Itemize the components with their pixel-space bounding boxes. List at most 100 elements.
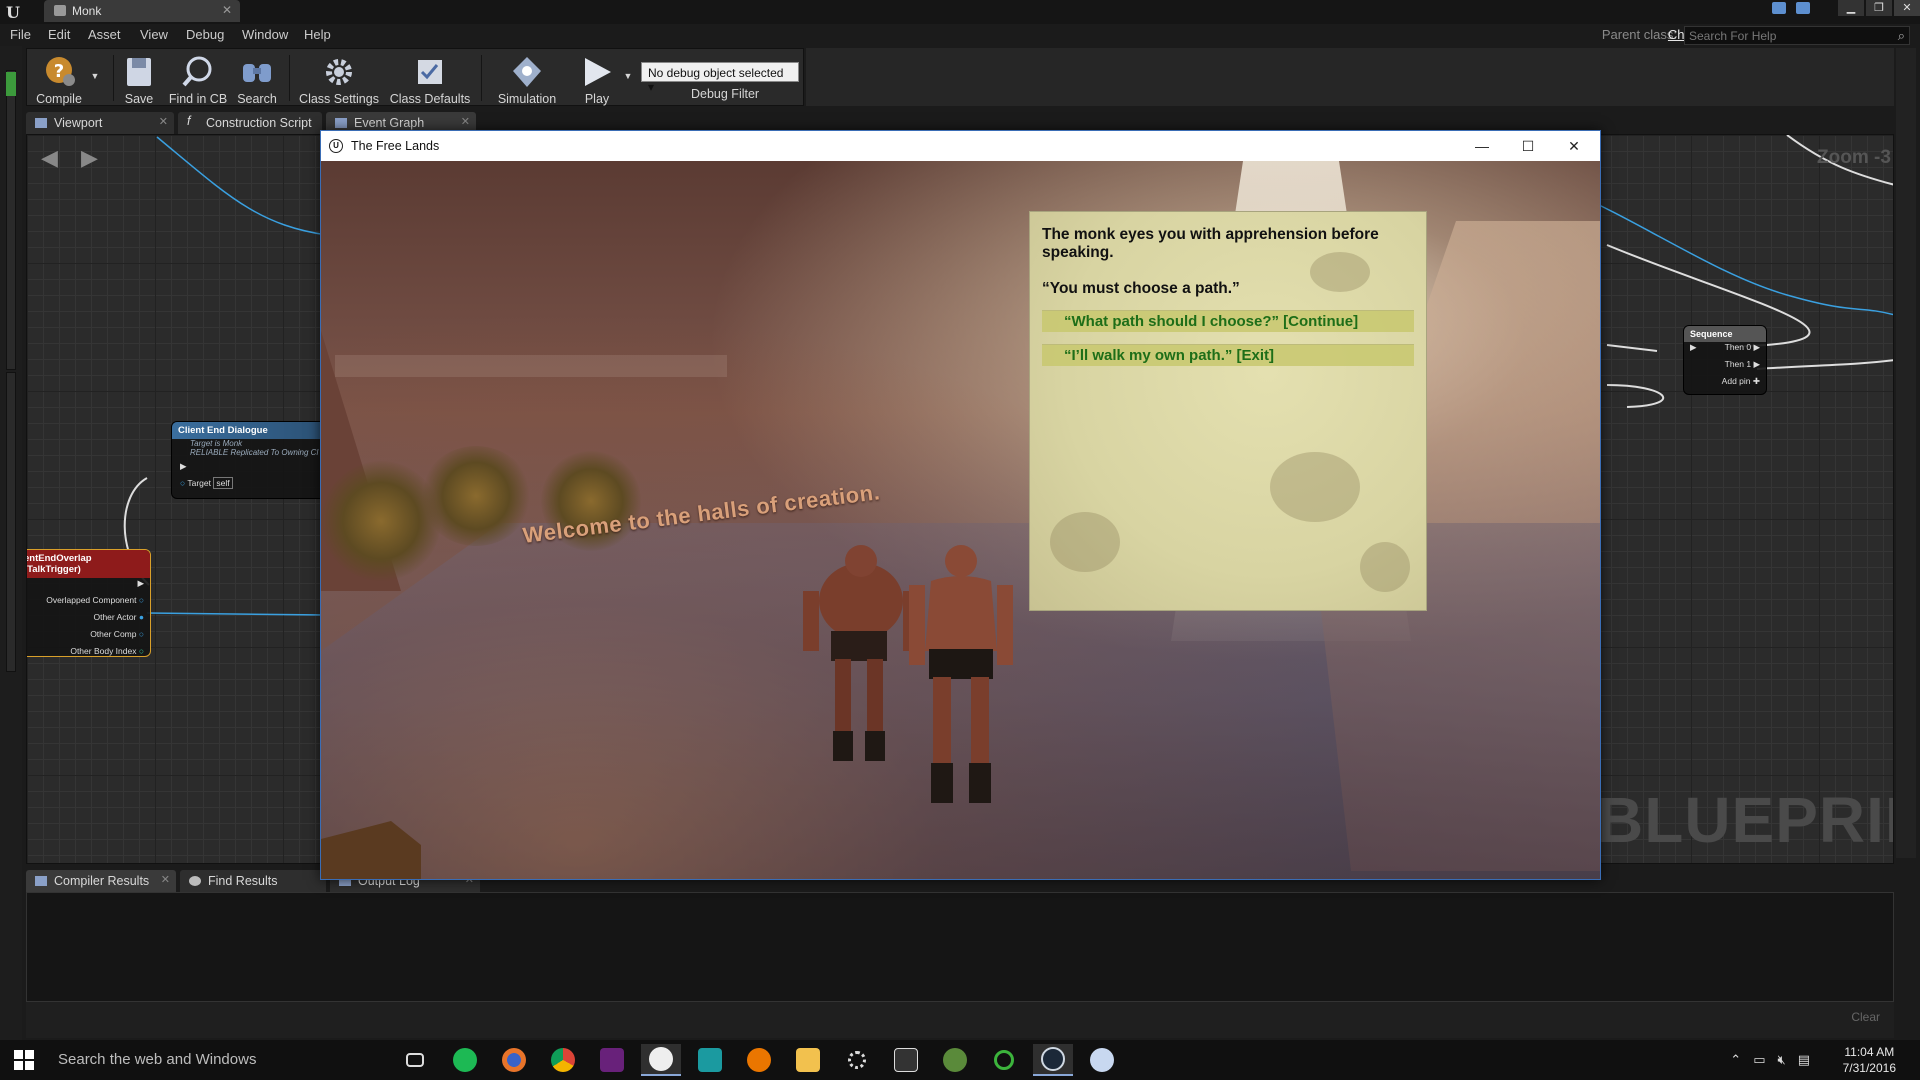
notification-icon[interactable] [1796, 2, 1810, 14]
spotify-icon[interactable] [445, 1044, 485, 1076]
menu-asset[interactable]: Asset [88, 27, 121, 42]
paper-stain [1360, 542, 1410, 592]
tab-viewport[interactable]: Viewport ✕ [26, 112, 174, 134]
dialogue-choice-exit[interactable]: “I’ll walk my own path.” [Exit] [1042, 344, 1414, 366]
clear-button[interactable]: Clear [1851, 1010, 1880, 1024]
maximize-button[interactable]: ☐ [1505, 133, 1551, 159]
menu-file[interactable]: File [10, 27, 31, 42]
visual-studio-icon[interactable] [592, 1044, 632, 1076]
tab-construction-script[interactable]: f Construction Script [178, 112, 322, 134]
compile-button[interactable]: ? Compile [29, 49, 89, 107]
toolbar-divider [481, 55, 482, 101]
zoom-level: Zoom -3 [1817, 147, 1891, 168]
back-arrow-icon[interactable]: ◀ [41, 145, 58, 171]
help-search-input[interactable]: Search For Help ⌕ [1684, 26, 1910, 45]
pin-other-actor[interactable]: Other Actor ● [27, 612, 150, 629]
chevron-up-icon[interactable]: ⌃ [1730, 1052, 1741, 1068]
compile-status-indicator [6, 72, 16, 96]
magnifier-icon [182, 56, 212, 87]
forward-arrow-icon[interactable]: ▶ [81, 145, 98, 171]
exec-pin[interactable]: ▶ [172, 461, 340, 478]
game-window-titlebar[interactable]: U The Free Lands — ☐ ✕ [321, 131, 1600, 161]
parent-class-label: Parent class: [1601, 27, 1677, 42]
play-options-dropdown[interactable]: ▼ [621, 49, 635, 107]
menu-debug[interactable]: Debug [186, 27, 224, 42]
chrome-icon[interactable] [543, 1044, 583, 1076]
node-end-overlap-event[interactable]: entEndOverlap (TalkTrigger) ▶ Overlapped… [27, 549, 151, 657]
volume-muted-icon[interactable]: 🔇︎ [1778, 1052, 1786, 1068]
document-tab-monk[interactable]: Monk ✕ [44, 0, 240, 22]
right-scrollbar[interactable] [1896, 48, 1916, 858]
close-button[interactable]: ✕ [1551, 133, 1597, 159]
task-view-icon[interactable] [395, 1044, 435, 1076]
pin-label: Overlapped Component [46, 595, 137, 605]
game-window[interactable]: U The Free Lands — ☐ ✕ Welcome to the ha… [320, 130, 1601, 880]
pin-then-0[interactable]: ▶ Then 0 ▶ [1684, 342, 1766, 359]
source-control-icon[interactable] [1772, 2, 1786, 14]
xbox-icon[interactable] [984, 1044, 1024, 1076]
close-tab-icon[interactable]: ✕ [222, 3, 232, 17]
file-explorer-icon[interactable] [788, 1044, 828, 1076]
unreal-app-icon: U [329, 139, 343, 153]
left-scrollbar-lower[interactable] [6, 372, 16, 672]
tab-compiler-results[interactable]: Compiler Results ✕ [26, 870, 176, 892]
3ds-max-icon[interactable] [690, 1044, 730, 1076]
menu-edit[interactable]: Edit [48, 27, 70, 42]
class-defaults-button[interactable]: Class Defaults [387, 49, 473, 107]
epic-games-icon[interactable] [886, 1044, 926, 1076]
left-scrollbar[interactable] [6, 70, 16, 370]
save-button[interactable]: Save [117, 49, 161, 107]
paint-app-icon[interactable] [1082, 1044, 1122, 1076]
debug-object-select[interactable]: No debug object selected ▾ [641, 62, 799, 94]
taskbar-search-input[interactable]: Search the web and Windows [58, 1051, 256, 1068]
blender-icon[interactable] [739, 1044, 779, 1076]
close-button[interactable]: ✕ [1894, 0, 1920, 16]
compile-label: Compile [36, 92, 82, 106]
menu-bar: File Edit Asset View Debug Window Help P… [0, 24, 1920, 46]
gear-icon [326, 59, 352, 85]
menu-help[interactable]: Help [304, 27, 331, 42]
simulation-button[interactable]: Simulation [487, 49, 567, 107]
windows-start-icon[interactable] [14, 1050, 34, 1070]
compile-options-dropdown[interactable]: ▼ [89, 49, 101, 107]
find-in-cb-button[interactable]: Find in CB [167, 49, 229, 107]
close-tab-icon[interactable]: ✕ [161, 873, 170, 886]
class-settings-button[interactable]: Class Settings [297, 49, 381, 107]
tree-app-icon[interactable] [935, 1044, 975, 1076]
maximize-button[interactable]: ❐ [1866, 0, 1892, 16]
message-icon[interactable]: ▤ [1798, 1052, 1810, 1068]
close-tab-icon[interactable]: ✕ [159, 115, 168, 128]
search-button[interactable]: Search [233, 49, 281, 107]
play-button[interactable]: Play [573, 49, 621, 107]
taskbar-clock[interactable]: 11:04 AM 7/31/2016 [1843, 1044, 1896, 1076]
debug-filter-label: Debug Filter [691, 87, 760, 101]
pin-other-comp[interactable]: Other Comp ○ [27, 629, 150, 646]
game-window-title: The Free Lands [351, 139, 440, 153]
dialogue-choice-continue[interactable]: “What path should I choose?” [Continue] [1042, 310, 1414, 332]
minimize-button[interactable]: — [1459, 133, 1505, 159]
pin-overlapped-component[interactable]: Overlapped Component ○ [27, 595, 150, 612]
menu-view[interactable]: View [140, 27, 168, 42]
player-character[interactable] [901, 541, 1021, 811]
target-pin[interactable]: ○ Target self [172, 477, 340, 495]
add-pin-button[interactable]: Add pin ✚ [1684, 376, 1766, 393]
menu-window[interactable]: Window [242, 27, 288, 42]
tab-find-results[interactable]: Find Results [180, 870, 326, 892]
node-sequence[interactable]: Sequence ▶ Then 0 ▶ Then 1 ▶ Add pin ✚ [1683, 325, 1767, 395]
target-value[interactable]: self [213, 477, 233, 489]
node-client-end-dialogue[interactable]: Client End Dialogue Target is Monk RELIA… [171, 421, 341, 499]
close-tab-icon[interactable]: ✕ [461, 115, 470, 128]
checklist-icon [418, 60, 442, 84]
pin-other-body-index[interactable]: Other Body Index ○ [27, 646, 150, 663]
tab-event-graph-label: Event Graph [354, 116, 425, 130]
network-icon[interactable]: ▭ [1753, 1052, 1765, 1068]
game-viewport[interactable]: Welcome to the halls of creation. The mo… [321, 161, 1600, 879]
unreal-logo-icon[interactable]: U [6, 3, 26, 22]
steam-icon[interactable] [1033, 1044, 1073, 1076]
unreal-engine-icon[interactable] [641, 1044, 681, 1076]
firefox-icon[interactable] [494, 1044, 534, 1076]
exec-out-pin[interactable]: ▶ [27, 578, 150, 595]
pin-then-1[interactable]: Then 1 ▶ [1684, 359, 1766, 376]
settings-gear-icon[interactable] [837, 1044, 877, 1076]
minimize-button[interactable]: ▁ [1838, 0, 1864, 16]
